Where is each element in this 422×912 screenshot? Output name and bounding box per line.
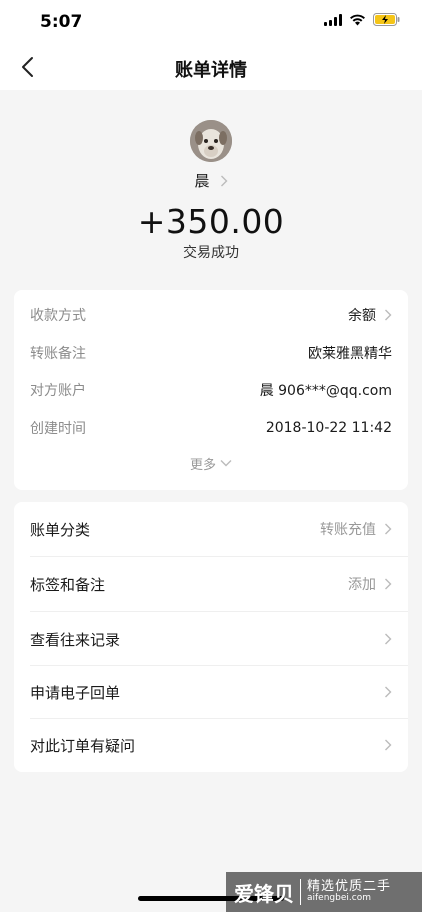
detail-row-payment-method[interactable]: 收款方式 余额	[30, 302, 392, 328]
cellular-signal-icon	[324, 13, 342, 26]
detail-label: 创建时间	[30, 421, 86, 437]
chevron-right-icon	[220, 175, 228, 187]
watermark: 爱锋贝 精选优质二手 aifengbei.com	[226, 872, 422, 912]
detail-label: 对方账户	[30, 383, 86, 399]
menu-item-tags-notes[interactable]: 标签和备注 添加	[14, 557, 408, 611]
payer-name-row[interactable]: 晨	[0, 170, 422, 191]
status-icons	[324, 13, 400, 26]
transaction-status: 交易成功	[183, 245, 239, 261]
watermark-url: aifengbei.com	[307, 893, 371, 904]
avatar[interactable]	[190, 120, 232, 162]
page-title: 账单详情	[175, 60, 247, 81]
transaction-amount: +350.00	[137, 202, 285, 241]
detail-value: 晨 906***@qq.com	[259, 383, 392, 399]
menu-item-label: 账单分类	[30, 520, 91, 539]
detail-row-transfer-note: 转账备注 欧莱雅黑精华	[30, 340, 392, 366]
navigation-bar: 账单详情	[0, 44, 422, 90]
chevron-right-icon	[384, 686, 392, 698]
payer-name: 晨	[194, 172, 210, 190]
status-bar: 5:07	[0, 0, 422, 44]
chevron-right-icon	[384, 309, 392, 321]
chevron-right-icon	[384, 633, 392, 645]
detail-value: 余额	[348, 308, 376, 324]
details-card: 收款方式 余额 转账备注 欧莱雅黑精华 对方账户 晨 906***@qq.com…	[14, 290, 408, 490]
status-time: 5:07	[40, 12, 83, 32]
actions-card: 账单分类 转账充值 标签和备注 添加 查看往来记录 申请电子回单 对此订单有疑问	[14, 502, 408, 772]
detail-value: 2018-10-22 11:42	[265, 420, 392, 436]
chevron-down-icon	[220, 456, 232, 471]
detail-label: 转账备注	[30, 346, 86, 362]
detail-row-counterparty-account: 对方账户 晨 906***@qq.com	[30, 377, 392, 403]
menu-item-label: 查看往来记录	[30, 630, 121, 649]
menu-item-value: 添加	[348, 577, 376, 593]
more-label: 更多	[189, 458, 216, 473]
menu-item-e-receipt[interactable]: 申请电子回单	[14, 665, 408, 719]
detail-value: 欧莱雅黑精华	[308, 346, 392, 362]
wifi-icon	[349, 14, 366, 26]
chevron-right-icon	[384, 739, 392, 751]
detail-row-created-time: 创建时间 2018-10-22 11:42	[30, 415, 392, 441]
menu-item-bill-category[interactable]: 账单分类 转账充值	[14, 502, 408, 556]
menu-item-order-question[interactable]: 对此订单有疑问	[14, 718, 408, 772]
chevron-right-icon	[384, 523, 392, 535]
chevron-right-icon	[384, 578, 392, 590]
transaction-header: 晨 +350.00 交易成功	[0, 90, 422, 290]
menu-item-label: 标签和备注	[30, 575, 106, 594]
watermark-slogan: 精选优质二手	[307, 878, 392, 894]
menu-item-value: 转账充值	[320, 522, 376, 538]
watermark-separator	[300, 879, 301, 905]
more-toggle[interactable]: 更多	[14, 454, 408, 473]
menu-item-label: 申请电子回单	[30, 683, 121, 702]
detail-label: 收款方式	[30, 308, 86, 324]
menu-item-label: 对此订单有疑问	[30, 736, 136, 755]
battery-charging-icon	[373, 13, 400, 26]
watermark-brand: 爱锋贝	[234, 881, 294, 906]
menu-item-transaction-history[interactable]: 查看往来记录	[14, 612, 408, 666]
